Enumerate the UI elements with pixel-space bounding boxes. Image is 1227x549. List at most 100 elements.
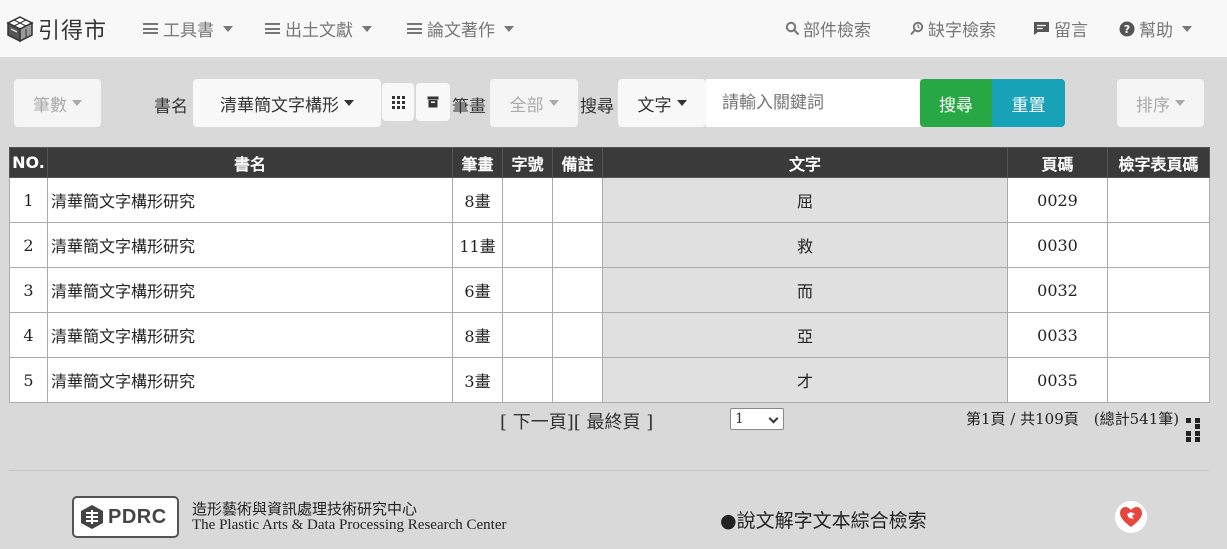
brand[interactable]: 引得市 — [6, 0, 107, 57]
menu-label: 工具書 — [163, 21, 214, 41]
cell-title[interactable]: 清華簡文字構形研究 — [47, 267, 453, 313]
menu-excavated-texts[interactable]: 出土文獻 — [265, 0, 372, 57]
nav-help[interactable]: ? 幫助 — [1119, 0, 1192, 57]
caret-down-icon — [1175, 100, 1185, 106]
cell-character[interactable]: 救 — [602, 222, 1008, 268]
caret-down-icon — [72, 100, 82, 106]
chevron-down-icon — [768, 413, 779, 424]
sort-dropdown[interactable]: 排序 — [1117, 79, 1204, 127]
search-history-icon — [910, 21, 924, 36]
search-button[interactable]: 搜尋 — [920, 79, 992, 127]
cell-no: 5 — [9, 357, 48, 403]
caret-down-icon — [548, 100, 559, 106]
menu-icon — [265, 23, 280, 34]
stroke-dropdown[interactable]: 全部 — [490, 79, 578, 127]
table-header-row: NO. 書名 筆畫 字號 備註 文字 頁碼 檢字表頁碼 — [9, 147, 1210, 178]
cell-page[interactable]: 0035 — [1007, 357, 1108, 403]
cell-page[interactable]: 0032 — [1007, 267, 1108, 313]
cube-logo-icon — [6, 15, 34, 42]
cell-title[interactable]: 清華簡文字構形研究 — [47, 177, 453, 223]
cell-note — [552, 222, 603, 268]
reset-button[interactable]: 重置 — [992, 79, 1065, 127]
cell-title[interactable]: 清華簡文字構形研究 — [47, 312, 453, 358]
table-row: 4 清華簡文字構形研究 8畫 亞 0033 — [9, 312, 1210, 358]
cell-character[interactable]: 屈 — [602, 177, 1008, 223]
stroke-label: 筆畫 — [452, 97, 486, 117]
caret-down-icon — [223, 25, 233, 32]
last-page-link[interactable]: [ 最終頁 ] — [574, 412, 654, 433]
page-select[interactable]: 1 — [730, 408, 784, 430]
next-page-link[interactable]: [ 下一頁] — [500, 412, 574, 433]
grid-icon — [391, 95, 405, 109]
cell-index-page — [1107, 177, 1210, 223]
cell-index-page — [1107, 267, 1210, 313]
menu-icon — [143, 23, 158, 34]
cell-title[interactable]: 清華簡文字構形研究 — [47, 357, 453, 403]
column-header-number[interactable]: 字號 — [502, 147, 553, 178]
help-icon: ? — [1119, 21, 1135, 36]
column-header-character[interactable]: 文字 — [602, 147, 1008, 178]
heart-badge-icon[interactable] — [1114, 500, 1148, 534]
cell-page[interactable]: 0029 — [1007, 177, 1108, 223]
menu-icon — [407, 23, 422, 34]
menu-reference-books[interactable]: 工具書 — [143, 0, 233, 57]
cell-page[interactable]: 0030 — [1007, 222, 1108, 268]
cell-note — [552, 177, 603, 223]
org-name-english: The Plastic Arts & Data Processing Resea… — [192, 517, 507, 533]
nav-component-search[interactable]: 部件檢索 — [785, 0, 871, 57]
menu-label: 論文著作 — [427, 21, 495, 41]
column-header-no[interactable]: NO. — [9, 147, 48, 178]
chat-icon — [1034, 22, 1049, 35]
dropdown-label: 全部 — [509, 95, 544, 116]
nav-missing-char-search[interactable]: 缺字檢索 — [909, 0, 996, 57]
page-select-value: 1 — [735, 411, 744, 427]
nav-label: 留言 — [1054, 21, 1088, 41]
dropdown-label: 文字 — [637, 95, 672, 116]
table-row: 1 清華簡文字構形研究 8畫 屈 0029 — [9, 177, 1210, 223]
column-header-index-page[interactable]: 檢字表頁碼 — [1107, 147, 1210, 178]
nav-messages[interactable]: 留言 — [1033, 0, 1088, 57]
caret-down-icon — [344, 100, 354, 106]
cell-character[interactable]: 亞 — [602, 312, 1008, 358]
cell-strokes: 8畫 — [452, 177, 503, 223]
archive-button[interactable] — [416, 83, 450, 121]
cell-number — [502, 312, 553, 358]
caret-down-icon — [504, 25, 514, 32]
grid-view-button[interactable] — [382, 83, 414, 121]
cell-strokes: 6畫 — [452, 267, 503, 313]
pdrc-logo[interactable]: PDRC — [72, 496, 179, 538]
keyword-input[interactable] — [706, 79, 920, 127]
cell-character[interactable]: 才 — [602, 357, 1008, 403]
menu-papers[interactable]: 論文著作 — [407, 0, 514, 57]
cell-title[interactable]: 清華簡文字構形研究 — [47, 222, 453, 268]
table-row: 3 清華簡文字構形研究 6畫 而 0032 — [9, 267, 1210, 313]
cell-character[interactable]: 而 — [602, 267, 1008, 313]
caret-down-icon — [1182, 25, 1192, 32]
book-dropdown[interactable]: 清華簡文字構形 — [193, 79, 381, 127]
dropdown-label: 排序 — [1136, 95, 1170, 116]
stroke-count-dropdown[interactable]: 筆數 — [14, 79, 101, 127]
cell-index-page — [1107, 312, 1210, 358]
cell-strokes: 8畫 — [452, 312, 503, 358]
brand-title: 引得市 — [38, 18, 108, 44]
cell-number — [502, 357, 553, 403]
shuowen-search-link[interactable]: ●說文解字文本綜合檢索 — [720, 506, 927, 533]
dropdown-label: 筆數 — [33, 95, 67, 116]
column-header-note[interactable]: 備註 — [552, 147, 603, 178]
cell-no: 1 — [9, 177, 48, 223]
column-header-page[interactable]: 頁碼 — [1007, 147, 1108, 178]
pdrc-emblem-icon — [81, 505, 103, 529]
search-toolbar: 筆數 書名 清華簡文字構形 筆畫 全部 搜尋 文字 搜尋 重置 排序 — [0, 78, 1227, 128]
cell-note — [552, 267, 603, 313]
cell-number — [502, 177, 553, 223]
caret-down-icon — [362, 25, 372, 32]
column-header-strokes[interactable]: 筆畫 — [452, 147, 503, 178]
results-table: NO. 書名 筆畫 字號 備註 文字 頁碼 檢字表頁碼 1 清華簡文字構形研究 … — [9, 147, 1210, 403]
column-header-title[interactable]: 書名 — [47, 147, 453, 178]
svg-text:?: ? — [1124, 23, 1130, 36]
search-type-dropdown[interactable]: 文字 — [618, 79, 706, 127]
search-label: 搜尋 — [580, 97, 614, 117]
cell-page[interactable]: 0033 — [1007, 312, 1108, 358]
pagination-links: [ 下一頁][ 最終頁 ] — [500, 408, 653, 434]
collapse-icon[interactable] — [1184, 418, 1202, 442]
